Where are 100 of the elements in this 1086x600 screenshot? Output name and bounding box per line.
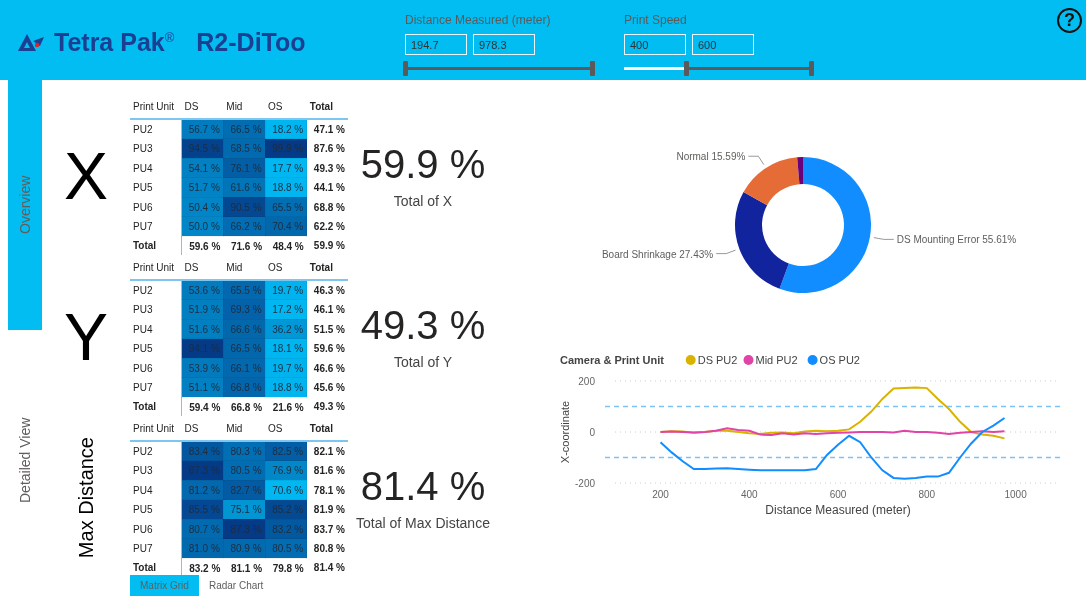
heatmap-cell: 81.2 % <box>181 480 224 500</box>
kpi-value: 81.4 % <box>360 464 486 509</box>
row-header: PU6 <box>130 197 182 217</box>
legend-dot <box>807 355 818 365</box>
column-header: Print Unit <box>130 95 182 119</box>
slider-handle[interactable] <box>590 61 595 76</box>
slider-handle[interactable] <box>809 61 814 76</box>
x-tick-label: 800 <box>918 489 936 500</box>
row-header: PU5 <box>130 338 182 359</box>
column-header: Mid <box>223 417 266 441</box>
total-cell: 71.6 % <box>223 236 266 256</box>
total-cell: 21.6 % <box>265 397 307 417</box>
row-header: Total <box>130 236 182 256</box>
heatmap-cell: 94.1 % <box>181 338 224 359</box>
range-slider[interactable] <box>622 61 814 76</box>
y-axis-title: X-coordinate <box>559 400 571 464</box>
max-input-field[interactable]: 600 <box>692 34 754 55</box>
total-cell: 83.7 % <box>306 519 348 539</box>
total-cell: 59.6 % <box>306 338 348 359</box>
row-header: PU3 <box>130 299 182 320</box>
legend-title: Camera & Print Unit <box>560 354 664 366</box>
max-input-field[interactable]: 978.3 <box>473 34 535 55</box>
heatmap-cell: 87.3 % <box>181 460 224 481</box>
leader-line <box>715 249 737 255</box>
heatmap-cell: 54.1 % <box>181 158 224 178</box>
total-cell: 59.9 % <box>306 236 348 256</box>
kpi-value: 59.9 % <box>360 142 486 187</box>
total-cell: 81.9 % <box>306 499 348 520</box>
help-button[interactable]: ? <box>1057 8 1082 33</box>
kpi-label: Total of Y <box>393 354 453 370</box>
slice-label: DS Mounting Error 55.61% <box>896 234 1017 246</box>
row-header: PU7 <box>130 377 182 398</box>
heatmap-cell: 51.6 % <box>181 319 224 339</box>
heatmap-cell: 83.4 % <box>181 440 224 461</box>
range-slider[interactable] <box>403 61 595 76</box>
slice-label: Normal 15.59% <box>676 151 746 163</box>
total-cell: 59.6 % <box>181 236 224 256</box>
heatmap-cell: 51.1 % <box>181 377 224 398</box>
total-cell: 79.8 % <box>265 558 307 578</box>
column-header: OS <box>265 256 307 280</box>
total-cell: 68.8 % <box>306 197 348 217</box>
kpi-value: 49.3 % <box>360 303 486 348</box>
legend-label: Mid PU2 <box>755 354 798 366</box>
row-header: PU2 <box>130 440 182 461</box>
slice-label: Board Shrinkage 27.43% <box>601 248 714 260</box>
row-header: PU2 <box>130 118 182 139</box>
legend-dot <box>743 355 754 365</box>
view-tab[interactable]: Matrix Grid <box>130 575 199 596</box>
logo-text: Tetra Pak$^{®}$ <box>54 27 175 57</box>
axis-label: X <box>64 142 108 209</box>
heatmap-cell: 50.0 % <box>181 216 224 237</box>
x-tick-label: 400 <box>740 489 758 500</box>
total-cell: 81.6 % <box>306 460 348 481</box>
x-tick-label: 200 <box>652 489 669 500</box>
min-input-field[interactable]: 194.7 <box>405 34 467 55</box>
total-cell: 45.6 % <box>306 377 348 398</box>
nav-tab[interactable]: Detailed View <box>12 405 38 515</box>
column-header: OS <box>265 95 307 119</box>
row-header: PU2 <box>130 279 182 300</box>
row-header: PU7 <box>130 216 182 237</box>
total-cell: 81.1 % <box>223 558 266 578</box>
slider-handle[interactable] <box>403 61 408 76</box>
y-tick-label: -200 <box>575 478 595 489</box>
row-header: PU5 <box>130 177 182 198</box>
view-tab[interactable]: Radar Chart <box>198 575 274 596</box>
column-header: DS <box>181 417 224 441</box>
total-cell: 78.1 % <box>306 480 348 500</box>
heatmap-cell: 53.6 % <box>181 279 224 300</box>
column-header: Total <box>306 417 348 441</box>
row-header: PU7 <box>130 538 182 559</box>
leader-line <box>873 237 895 240</box>
min-input-field[interactable]: 400 <box>624 34 686 55</box>
total-cell: 47.1 % <box>306 118 348 139</box>
total-cell: 80.8 % <box>306 538 348 559</box>
column-header: Total <box>306 256 348 280</box>
column-header: Print Unit <box>130 417 182 441</box>
column-header: OS <box>265 417 307 441</box>
x-tick-label: 600 <box>829 489 847 500</box>
row-header: PU4 <box>130 158 182 178</box>
row-header: PU3 <box>130 138 182 159</box>
axis-label: Y <box>64 303 108 370</box>
row-header: PU6 <box>130 519 182 539</box>
heatmap-cell: 85.5 % <box>181 499 224 520</box>
filter-label: Print Speed <box>624 13 687 27</box>
total-cell: 66.8 % <box>223 397 266 417</box>
row-header: Total <box>130 397 182 417</box>
heatmap-cell: 51.7 % <box>181 177 224 198</box>
slider-handle[interactable] <box>683 61 689 76</box>
column-header: Total <box>306 95 348 119</box>
legend-dot <box>685 355 696 365</box>
total-cell: 59.4 % <box>181 397 224 417</box>
row-header: PU6 <box>130 358 182 378</box>
total-cell: 49.3 % <box>306 158 348 178</box>
total-cell: 81.4 % <box>306 558 348 578</box>
row-header: PU4 <box>130 319 182 339</box>
row-header: PU5 <box>130 499 182 520</box>
column-header: Print Unit <box>130 256 182 280</box>
legend-label: OS PU2 <box>819 354 860 366</box>
column-header: DS <box>181 256 224 280</box>
total-cell: 46.3 % <box>306 279 348 300</box>
